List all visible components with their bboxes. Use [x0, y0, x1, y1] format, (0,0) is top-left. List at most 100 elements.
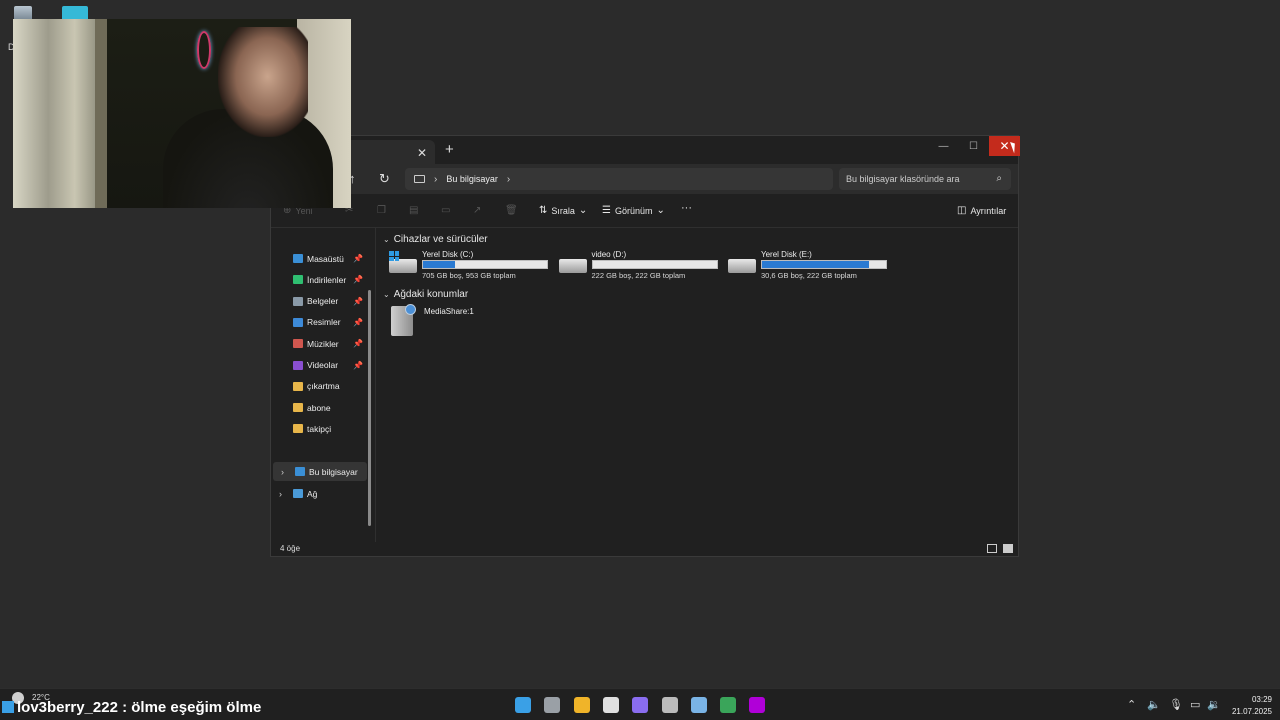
display-icon[interactable]: ▭	[1190, 698, 1200, 711]
copy-icon[interactable]: ❐	[377, 205, 386, 216]
close-tab-icon[interactable]: ✕	[417, 147, 427, 159]
sidebar-item[interactable]: takipçi	[271, 419, 371, 438]
sidebar-label: Masaüstü	[307, 253, 344, 264]
documents-icon	[293, 296, 303, 306]
drive-item[interactable]: Yerel Disk (E:) 30,6 GB boş, 222 GB topla…	[728, 249, 894, 283]
tiles-view-icon[interactable]	[1003, 544, 1013, 553]
drive-usage-bar	[422, 260, 548, 269]
twitch-icon[interactable]	[749, 697, 766, 713]
pin-icon[interactable]: 📌	[353, 318, 363, 327]
webcam-person-head	[218, 27, 308, 137]
sidebar-item-network[interactable]: › Ağ	[271, 484, 371, 503]
sidebar-item[interactable]: Belgeler 📌	[271, 292, 371, 311]
chevron-right-icon[interactable]: ›	[279, 489, 282, 499]
start-icon[interactable]	[515, 697, 531, 713]
pin-icon[interactable]: 📌	[353, 339, 363, 348]
network-location-name: MediaShare:1	[424, 307, 474, 316]
drive-item[interactable]: video (D:) 222 GB boş, 222 GB toplam	[558, 249, 725, 283]
sidebar-label: Videolar	[307, 360, 339, 370]
navigation-pane: Masaüstü 📌 İndirilenler 📌 Belgeler 📌 Resimler 📌…	[271, 228, 375, 542]
pin-icon[interactable]: 📌	[353, 361, 363, 370]
sidebar-item[interactable]: Resimler 📌	[271, 313, 371, 332]
details-button[interactable]: ◫ Ayrıntılar	[957, 205, 1006, 216]
hard-drive-icon	[728, 259, 756, 273]
chevron-right-icon[interactable]: ›	[434, 174, 437, 185]
webcam-curtain	[13, 19, 101, 208]
clock-time: 03:29	[1251, 695, 1272, 704]
pin-icon[interactable]: 📌	[353, 297, 363, 306]
sidebar-item[interactable]: çıkartma	[271, 377, 371, 396]
sort-button[interactable]: ⇅ Sırala ⌄	[539, 205, 587, 216]
pin-icon[interactable]: 📌	[353, 254, 363, 263]
group-title: Cihazlar ve sürücüler	[393, 234, 488, 245]
chrome-icon[interactable]	[720, 697, 737, 713]
view-label: Görünüm	[614, 205, 653, 216]
sidebar-item[interactable]: Videolar 📌	[271, 356, 371, 375]
maximize-button[interactable]: ☐	[958, 136, 989, 156]
share-icon[interactable]: ↗	[473, 205, 481, 216]
sidebar-label: Müzikler	[307, 338, 339, 349]
music-icon	[293, 339, 303, 349]
group-header-network[interactable]: ⌄ Ağdaki konumlar	[383, 289, 468, 300]
sidebar-label: Ağ	[307, 488, 318, 499]
chevron-right-icon[interactable]: ›	[281, 467, 284, 477]
scrollbar[interactable]	[368, 290, 371, 526]
epic-games-icon[interactable]	[602, 697, 619, 713]
sort-label: Sırala	[551, 205, 575, 216]
chat-overlay: lov3berry_222 : ölme eşeğim ölme	[2, 699, 261, 716]
sidebar-item[interactable]: İndirilenler 📌	[271, 270, 371, 289]
sidebar-item[interactable]: Masaüstü 📌	[271, 249, 371, 268]
file-explorer-icon[interactable]	[573, 697, 590, 713]
sidebar-item-this-pc[interactable]: › Bu bilgisayar	[273, 462, 367, 481]
computer-icon	[414, 175, 425, 183]
network-location-item[interactable]: MediaShare:1	[391, 304, 511, 338]
rename-icon[interactable]: ▭	[441, 205, 450, 216]
globe-icon	[405, 304, 416, 315]
pin-icon[interactable]: 📌	[353, 275, 363, 284]
clock-date: 21.07.2025	[1231, 707, 1272, 716]
copilot-icon[interactable]	[632, 697, 649, 713]
pane-divider[interactable]	[375, 228, 376, 542]
breadcrumb-this-pc[interactable]: Bu bilgisayar	[446, 174, 498, 184]
drive-item[interactable]: Yerel Disk (C:) 705 GB boş, 953 GB toplam	[389, 249, 555, 283]
refresh-icon[interactable]: ↻	[379, 171, 390, 187]
details-label: Ayrıntılar	[970, 205, 1007, 216]
search-placeholder: Bu bilgisayar klasöründe ara	[846, 174, 960, 184]
search-input[interactable]: Bu bilgisayar klasöründe ara ⌕	[839, 168, 1011, 190]
sidebar-item[interactable]: Müzikler 📌	[271, 334, 371, 353]
microphone-icon[interactable]: 🎙	[1169, 698, 1183, 711]
sidebar-label: İndirilenler	[307, 274, 347, 285]
chevron-down-icon[interactable]: ⌄	[383, 235, 390, 244]
group-header-devices[interactable]: ⌄ Cihazlar ve sürücüler	[383, 234, 488, 245]
address-bar[interactable]: › Bu bilgisayar ›	[405, 168, 833, 190]
sidebar-item[interactable]: abone	[271, 398, 371, 417]
chevron-down-icon: ⌄	[656, 205, 665, 216]
speaker-icon[interactable]: 🔈	[1147, 698, 1161, 711]
task-view-icon[interactable]	[544, 697, 561, 713]
chevron-down-icon[interactable]: ⌄	[383, 290, 390, 299]
folder-icon	[293, 403, 303, 413]
webcam-overlay	[13, 19, 351, 208]
more-options-button[interactable]: ···	[681, 202, 692, 214]
view-button[interactable]: ☰ Görünüm ⌄	[602, 205, 665, 216]
paste-icon[interactable]: ▤	[409, 205, 418, 216]
app-icon[interactable]	[661, 697, 678, 713]
network-icon	[293, 489, 303, 498]
chat-icon	[2, 701, 14, 713]
chevron-right-icon[interactable]: ›	[507, 174, 510, 185]
steam-icon[interactable]	[690, 697, 707, 713]
minimize-button[interactable]: —	[928, 136, 959, 156]
details-view-icon[interactable]	[987, 544, 997, 553]
group-title: Ağdaki konumlar	[393, 289, 469, 300]
volume-icon[interactable]: 🔉	[1207, 698, 1221, 711]
search-icon[interactable]: ⌕	[996, 173, 1002, 184]
system-clock[interactable]: 03:29 21.07.2025	[1232, 694, 1272, 718]
chevron-up-icon[interactable]: ⌃	[1127, 698, 1136, 711]
drive-name: Yerel Disk (E:)	[761, 250, 812, 259]
drive-usage-fill	[423, 261, 456, 268]
delete-icon[interactable]: 🗑	[505, 205, 518, 216]
sidebar-label: Resimler	[307, 317, 341, 328]
drive-space-info: 705 GB boş, 953 GB toplam	[422, 271, 516, 280]
new-tab-button[interactable]: +	[445, 142, 454, 157]
drive-space-info: 222 GB boş, 222 GB toplam	[591, 271, 686, 280]
